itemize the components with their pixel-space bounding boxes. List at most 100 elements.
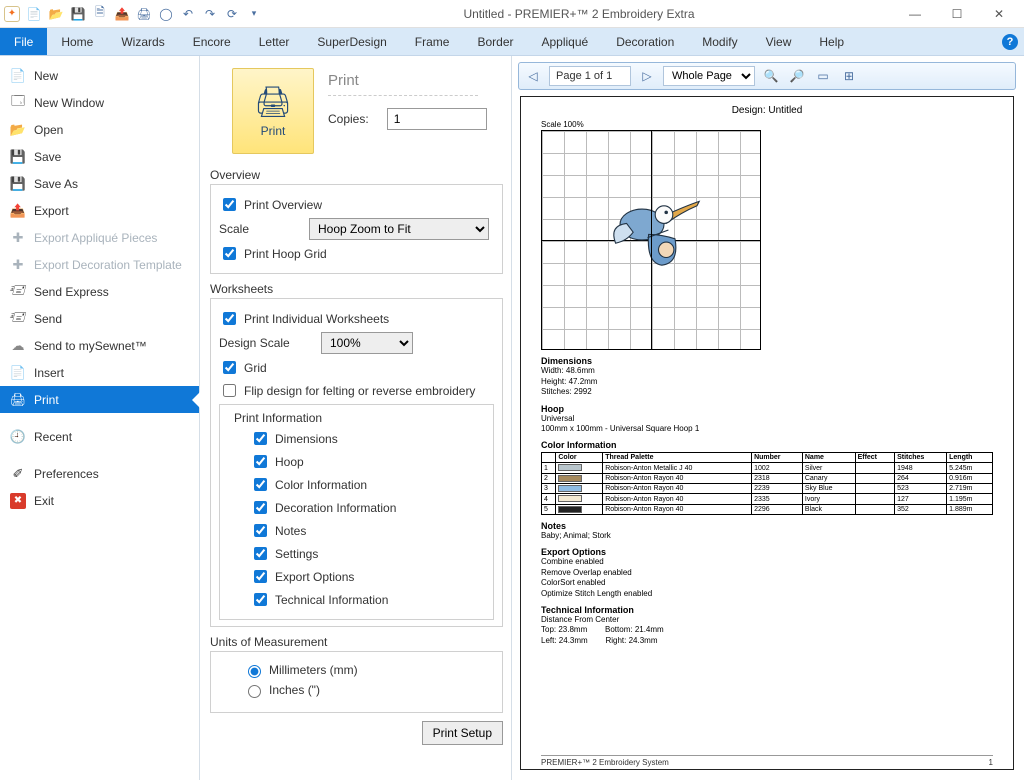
new-window-icon: 🗔 (10, 95, 26, 111)
zoom-select[interactable]: Whole Page (663, 66, 755, 86)
qat-new-icon[interactable]: 📄 (24, 4, 44, 24)
window-title: Untitled - PREMIER+™ 2 Embroidery Extra (264, 7, 894, 21)
menu-frame[interactable]: Frame (401, 28, 464, 55)
sidebar-item-recent[interactable]: 🕘Recent (0, 423, 199, 450)
sidebar-item-insert[interactable]: 📄Insert (0, 359, 199, 386)
colorinfo-title: Color Information (541, 440, 993, 450)
next-page-button[interactable]: ▷ (637, 66, 657, 86)
menu-view[interactable]: View (752, 28, 806, 55)
worksheets-title: Worksheets (210, 282, 503, 296)
zoom-in-button[interactable]: 🔎 (787, 66, 807, 86)
multi-page-button[interactable]: ⊞ (839, 66, 859, 86)
worksheets-group: Print Individual Worksheets Design Scale… (210, 298, 503, 627)
qat-undo-icon[interactable]: ↶ (178, 4, 198, 24)
menu-wizards[interactable]: Wizards (107, 28, 178, 55)
colorinfo-checkbox[interactable]: Color Information (250, 475, 367, 494)
flip-checkbox[interactable]: Flip design for felting or reverse embro… (219, 381, 475, 400)
menu-applique[interactable]: Appliqué (528, 28, 603, 55)
notes-title: Notes (541, 521, 993, 531)
qat-refresh-icon[interactable]: ⟳ (222, 4, 242, 24)
sidebar-item-preferences[interactable]: ✐Preferences (0, 460, 199, 487)
quick-access-toolbar: 📄 📂 💾 🗎 📤 🖨 ◯ ↶ ↷ ⟳ ▾ (24, 4, 264, 24)
sidebar-item-new-window[interactable]: 🗔New Window (0, 89, 199, 116)
print-title: Print (328, 68, 478, 96)
menu-superdesign[interactable]: SuperDesign (303, 28, 400, 55)
technical-checkbox[interactable]: Technical Information (250, 590, 388, 609)
file-sidebar: 📄New 🗔New Window 📂Open 💾Save 💾Save As 📤E… (0, 56, 200, 780)
stork-artwork (598, 175, 708, 285)
qat-dropdown-icon[interactable]: ▾ (244, 4, 264, 24)
print-button-label: Print (261, 124, 286, 138)
menu-home[interactable]: Home (47, 28, 107, 55)
copies-input[interactable] (387, 108, 487, 130)
design-scale-label: Design Scale (219, 336, 311, 350)
design-title: Design: Untitled (541, 105, 993, 116)
qat-send-icon[interactable]: ◯ (156, 4, 176, 24)
sidebar-item-send-express[interactable]: 🖅Send Express (0, 278, 199, 305)
sidebar-item-save-as[interactable]: 💾Save As (0, 170, 199, 197)
menu-decoration[interactable]: Decoration (602, 28, 688, 55)
sidebar-item-send[interactable]: 🖅Send (0, 305, 199, 332)
units-mm-radio[interactable]: Millimeters (mm) (243, 662, 358, 678)
preview-toolbar: ◁ Page 1 of 1 ▷ Whole Page 🔍 🔎 ▭ ⊞ (518, 62, 1016, 90)
sidebar-item-export[interactable]: 📤Export (0, 197, 199, 224)
dim-title: Dimensions (541, 356, 993, 366)
minimize-button[interactable]: — (894, 0, 936, 28)
save-as-icon: 💾 (10, 176, 26, 192)
export-decoration-icon: ✚ (10, 257, 26, 273)
sidebar-item-export-decoration: ✚Export Decoration Template (0, 251, 199, 278)
qat-saveas-icon[interactable]: 🗎 (90, 4, 110, 24)
grid-checkbox[interactable]: Grid (219, 358, 267, 377)
hoop-title: Hoop (541, 404, 993, 414)
page-indicator[interactable]: Page 1 of 1 (549, 66, 631, 86)
zoom-out-button[interactable]: 🔍 (761, 66, 781, 86)
dimensions-checkbox[interactable]: Dimensions (250, 429, 338, 448)
open-icon: 📂 (10, 122, 26, 138)
menu-modify[interactable]: Modify (688, 28, 751, 55)
hoop-grid (541, 130, 761, 350)
maximize-button[interactable]: ☐ (936, 0, 978, 28)
menu-encore[interactable]: Encore (179, 28, 245, 55)
qat-export-icon[interactable]: 📤 (112, 4, 132, 24)
export-icon: 📤 (10, 203, 26, 219)
help-icon[interactable] (996, 34, 1024, 50)
print-hoop-grid-checkbox[interactable]: Print Hoop Grid (219, 244, 327, 263)
qat-print-icon[interactable]: 🖨 (134, 4, 154, 24)
tech-title: Technical Information (541, 605, 993, 615)
single-page-button[interactable]: ▭ (813, 66, 833, 86)
sidebar-item-open[interactable]: 📂Open (0, 116, 199, 143)
menu-help[interactable]: Help (805, 28, 858, 55)
app-icon (4, 6, 20, 22)
scale-select[interactable]: Hoop Zoom to Fit (309, 218, 489, 240)
sidebar-item-save[interactable]: 💾Save (0, 143, 199, 170)
new-icon: 📄 (10, 68, 26, 84)
qat-redo-icon[interactable]: ↷ (200, 4, 220, 24)
settings-checkbox[interactable]: Settings (250, 544, 318, 563)
sidebar-item-exit[interactable]: ✖Exit (0, 487, 199, 514)
sidebar-item-print[interactable]: 🖨Print (0, 386, 199, 413)
qat-open-icon[interactable]: 📂 (46, 4, 66, 24)
close-button[interactable]: ✕ (978, 0, 1020, 28)
print-button[interactable]: 🖨 Print (232, 68, 314, 154)
print-setup-button[interactable]: Print Setup (422, 721, 503, 745)
print-individual-checkbox[interactable]: Print Individual Worksheets (219, 309, 389, 328)
decorationinfo-checkbox[interactable]: Decoration Information (250, 498, 396, 517)
menu-border[interactable]: Border (463, 28, 527, 55)
hoop-checkbox[interactable]: Hoop (250, 452, 304, 471)
notes-checkbox[interactable]: Notes (250, 521, 306, 540)
print-information-title: Print Information (230, 411, 326, 425)
menu-letter[interactable]: Letter (245, 28, 304, 55)
send-express-icon: 🖅 (10, 284, 26, 300)
design-scale-select[interactable]: 100% (321, 332, 413, 354)
preview-page: Design: Untitled Scale 100% Dimensions (520, 96, 1014, 770)
menu-bar: File Home Wizards Encore Letter SuperDes… (0, 28, 1024, 56)
qat-save-icon[interactable]: 💾 (68, 4, 88, 24)
menu-file[interactable]: File (0, 28, 47, 55)
units-inches-radio[interactable]: Inches (") (243, 682, 320, 698)
print-overview-checkbox[interactable]: Print Overview (219, 195, 322, 214)
sidebar-item-new[interactable]: 📄New (0, 62, 199, 89)
prev-page-button[interactable]: ◁ (523, 66, 543, 86)
sidebar-item-send-mysewnet[interactable]: ☁Send to mySewnet™ (0, 332, 199, 359)
exportoptions-checkbox[interactable]: Export Options (250, 567, 354, 586)
export-applique-icon: ✚ (10, 230, 26, 246)
